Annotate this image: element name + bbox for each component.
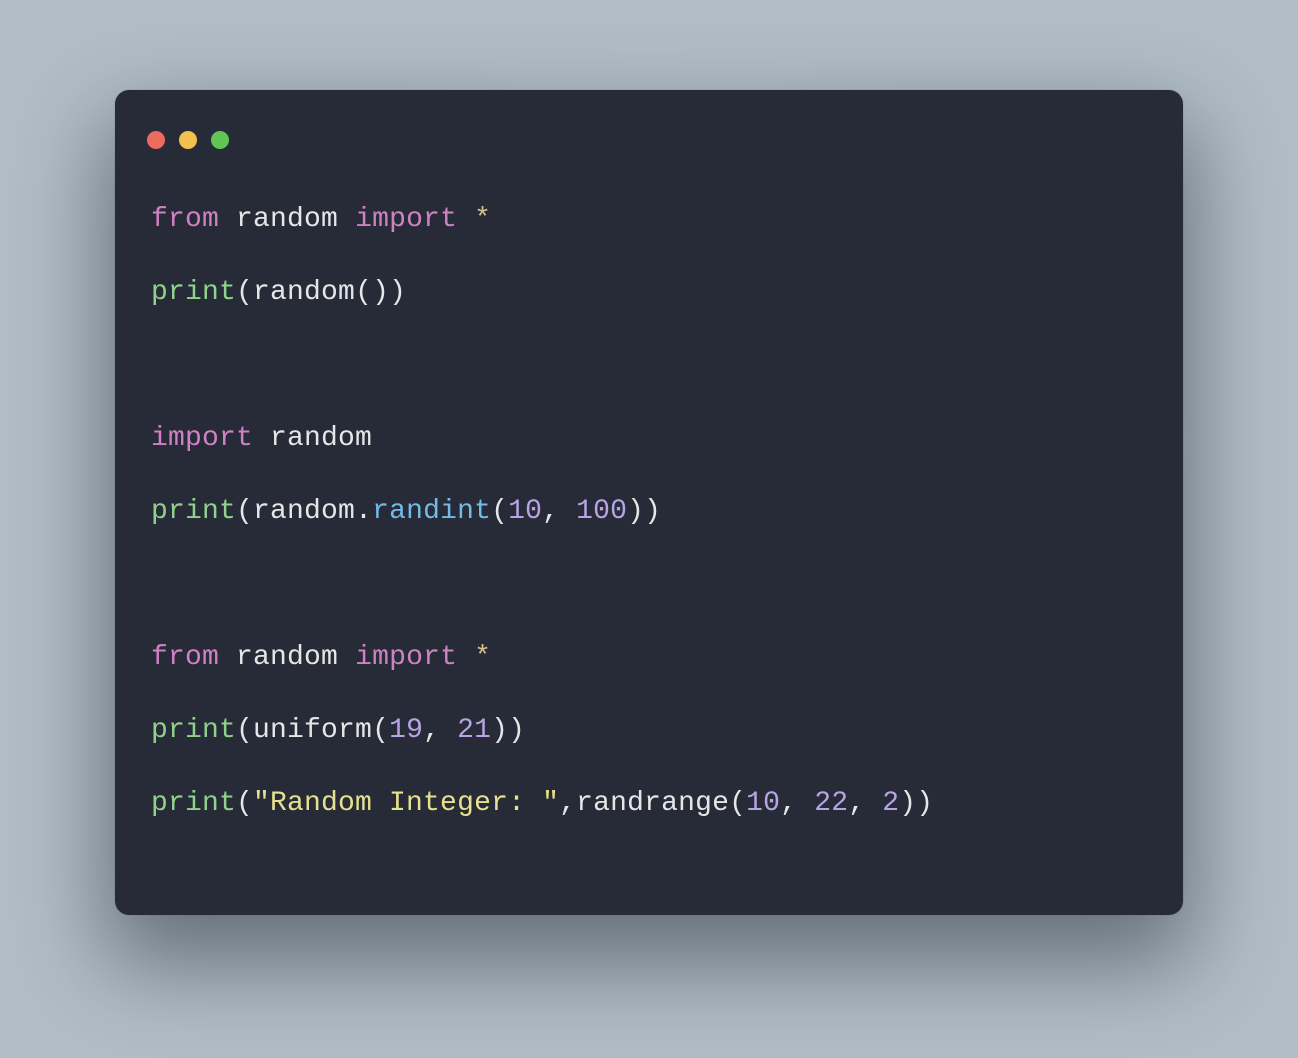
code-token: ( bbox=[236, 788, 253, 819]
code-token: * bbox=[474, 204, 491, 235]
code-token: 2 bbox=[882, 788, 899, 819]
code-token: ( bbox=[236, 715, 253, 746]
code-token: randrange bbox=[576, 788, 729, 819]
window-titlebar bbox=[115, 122, 1183, 166]
code-token bbox=[338, 642, 355, 673]
code-line: print(uniform(19, 21)) bbox=[151, 713, 1147, 748]
code-token: randint bbox=[372, 496, 491, 527]
code-token: random bbox=[270, 423, 372, 454]
code-token: 22 bbox=[814, 788, 848, 819]
code-token: , bbox=[423, 715, 457, 746]
code-line: print(random()) bbox=[151, 275, 1147, 310]
traffic-light-zoom-icon[interactable] bbox=[211, 131, 229, 149]
code-token: import bbox=[355, 642, 457, 673]
code-token: random bbox=[236, 204, 338, 235]
code-token bbox=[219, 204, 236, 235]
code-token: * bbox=[474, 642, 491, 673]
code-blank-line bbox=[151, 567, 1147, 602]
code-token: )) bbox=[491, 715, 525, 746]
code-token bbox=[253, 423, 270, 454]
code-token: , bbox=[848, 788, 882, 819]
code-token: ( bbox=[491, 496, 508, 527]
code-token: print bbox=[151, 277, 236, 308]
traffic-light-minimize-icon[interactable] bbox=[179, 131, 197, 149]
code-token: 10 bbox=[746, 788, 780, 819]
code-line: print(random.randint(10, 100)) bbox=[151, 494, 1147, 529]
code-token: uniform bbox=[253, 715, 372, 746]
code-token bbox=[457, 642, 474, 673]
code-token: random bbox=[253, 496, 355, 527]
code-token: . bbox=[355, 496, 372, 527]
code-token: ( bbox=[236, 496, 253, 527]
code-token: random bbox=[253, 277, 355, 308]
code-line: import random bbox=[151, 421, 1147, 456]
code-token: "Random Integer: " bbox=[253, 788, 559, 819]
code-token: random bbox=[236, 642, 338, 673]
code-window: from random import *print(random()) impo… bbox=[115, 90, 1183, 915]
code-token: import bbox=[151, 423, 253, 454]
code-token bbox=[338, 204, 355, 235]
code-token: )) bbox=[627, 496, 661, 527]
code-token: import bbox=[355, 204, 457, 235]
code-token: 100 bbox=[576, 496, 627, 527]
code-token bbox=[219, 642, 236, 673]
code-token: ( bbox=[729, 788, 746, 819]
code-line: from random import * bbox=[151, 202, 1147, 237]
code-token: )) bbox=[899, 788, 933, 819]
code-token: , bbox=[559, 788, 576, 819]
code-token: ( bbox=[372, 715, 389, 746]
code-token: 10 bbox=[508, 496, 542, 527]
code-block: from random import *print(random()) impo… bbox=[115, 166, 1183, 821]
code-token: , bbox=[780, 788, 814, 819]
traffic-light-close-icon[interactable] bbox=[147, 131, 165, 149]
code-token: 21 bbox=[457, 715, 491, 746]
code-token: from bbox=[151, 204, 219, 235]
code-line: print("Random Integer: ",randrange(10, 2… bbox=[151, 786, 1147, 821]
code-token: ()) bbox=[355, 277, 406, 308]
code-token: from bbox=[151, 642, 219, 673]
code-token: , bbox=[542, 496, 576, 527]
code-token: print bbox=[151, 496, 236, 527]
code-token bbox=[457, 204, 474, 235]
code-token: print bbox=[151, 715, 236, 746]
code-token: ( bbox=[236, 277, 253, 308]
code-line: from random import * bbox=[151, 640, 1147, 675]
page-background: from random import *print(random()) impo… bbox=[0, 0, 1298, 1058]
code-token: 19 bbox=[389, 715, 423, 746]
code-token: print bbox=[151, 788, 236, 819]
code-blank-line bbox=[151, 348, 1147, 383]
